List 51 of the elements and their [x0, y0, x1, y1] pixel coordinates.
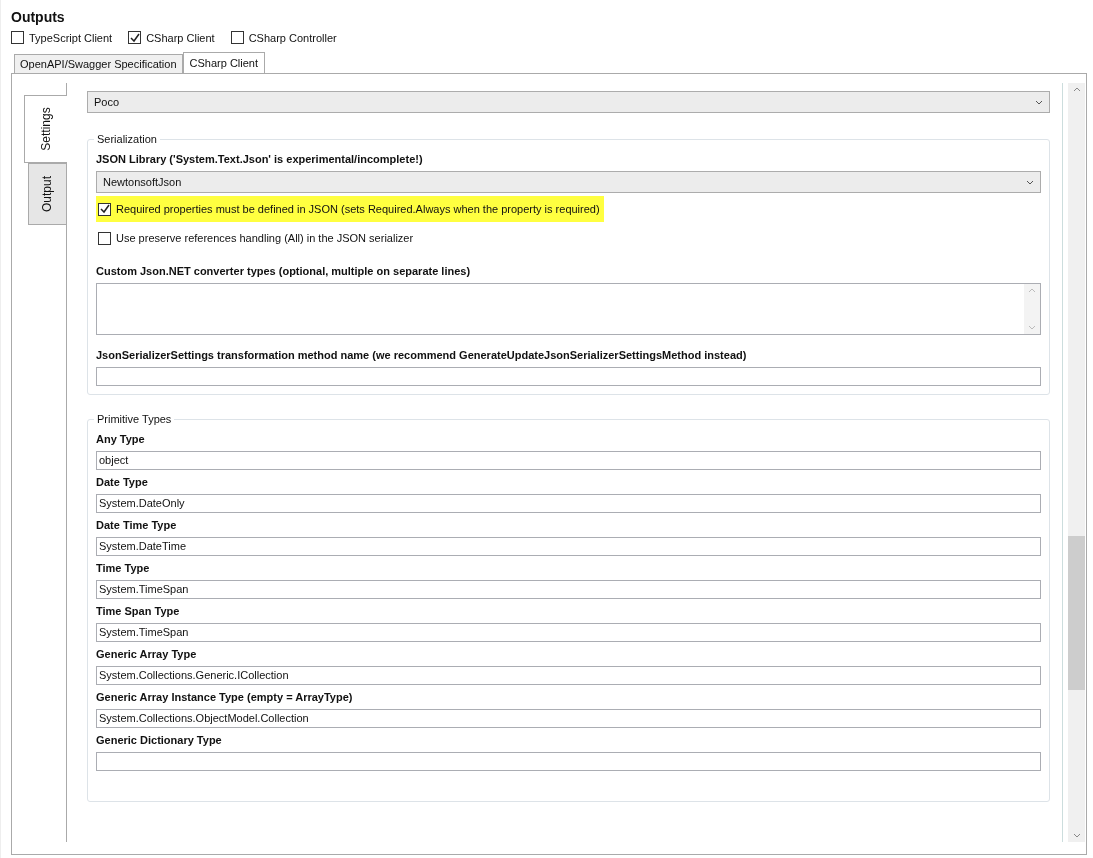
checkbox-icon[interactable] [128, 31, 142, 44]
checkbox-icon[interactable] [98, 202, 111, 216]
scroll-down-icon[interactable] [1072, 833, 1081, 838]
scrollbar-thumb[interactable] [1068, 535, 1085, 690]
field-label: JSON Library ('System.Text.Json' is experimental/incomplete!) [96, 153, 424, 165]
side-tab[interactable]: Settings [24, 95, 67, 163]
input-field[interactable] [96, 752, 1041, 771]
field-label: Custom Json.NET converter types (optional, multiple on separate lines) [96, 265, 472, 277]
field-label: Time Type [96, 562, 151, 574]
tab[interactable]: OpenAPI/Swagger Specification [14, 54, 183, 73]
checkbox-row[interactable]: Required properties must be defined in JSON (sets Required.Always when the property is required) [96, 196, 604, 222]
class-style-dropdown[interactable]: Poco [87, 91, 1050, 113]
caret-icon [1035, 99, 1043, 105]
input-field[interactable]: System.DateTime [96, 537, 1041, 556]
field-label: Any Type [96, 433, 146, 445]
group-title: Primitive Types [96, 413, 173, 425]
input-field[interactable] [96, 367, 1041, 386]
scroll-up-icon[interactable] [1028, 288, 1036, 293]
checkbox-icon[interactable] [98, 231, 111, 245]
input-field[interactable]: System.TimeSpan [96, 623, 1041, 642]
output-checkbox[interactable]: CSharp Controller [230, 31, 337, 44]
input-field[interactable]: object [96, 451, 1041, 470]
scroll-down-icon[interactable] [1028, 325, 1036, 330]
checkbox-icon[interactable] [11, 31, 24, 44]
scrollbar[interactable] [1024, 284, 1040, 334]
input-field[interactable]: System.TimeSpan [96, 580, 1041, 599]
output-checkbox[interactable]: CSharp Client [128, 31, 215, 44]
field-label: Generic Dictionary Type [96, 734, 223, 746]
field-label: Date Type [96, 476, 149, 488]
checkbox-label: Use preserve references handling (All) in the JSON serializer [116, 232, 414, 244]
field-label: Generic Array Instance Type (empty = ArrayType) [96, 691, 354, 703]
scrollbar[interactable] [1068, 83, 1085, 842]
text-area[interactable] [96, 283, 1041, 335]
input-field[interactable]: System.DateOnly [96, 494, 1041, 513]
checkbox-icon[interactable] [230, 31, 244, 44]
field-label: JsonSerializerSettings transformation method name (we recommend GenerateUpdateJsonSerializerSettingsMethod instead) [96, 349, 748, 361]
field-label: Date Time Type [96, 519, 178, 531]
json-library-dropdown[interactable]: NewtonsoftJson [96, 171, 1041, 193]
input-field[interactable]: System.Collections.ObjectModel.Collection [96, 709, 1041, 728]
checkbox-label: Required properties must be defined in JSON (sets Required.Always when the property is required) [116, 203, 600, 215]
caret-icon [1026, 179, 1034, 185]
field-label: Time Span Type [96, 605, 181, 617]
outputs-heading: Outputs [11, 9, 66, 25]
field-label: Generic Array Type [96, 648, 198, 660]
group-title: Serialization [96, 133, 158, 145]
scroll-up-icon[interactable] [1072, 87, 1081, 92]
output-checkbox[interactable]: TypeScript Client [11, 31, 113, 44]
input-field[interactable]: System.Collections.Generic.ICollection [96, 666, 1041, 685]
tab[interactable]: CSharp Client [182, 52, 266, 73]
checkbox-row[interactable]: Use preserve references handling (All) in the JSON serializer [96, 225, 418, 251]
side-tab[interactable]: Output [28, 163, 66, 225]
